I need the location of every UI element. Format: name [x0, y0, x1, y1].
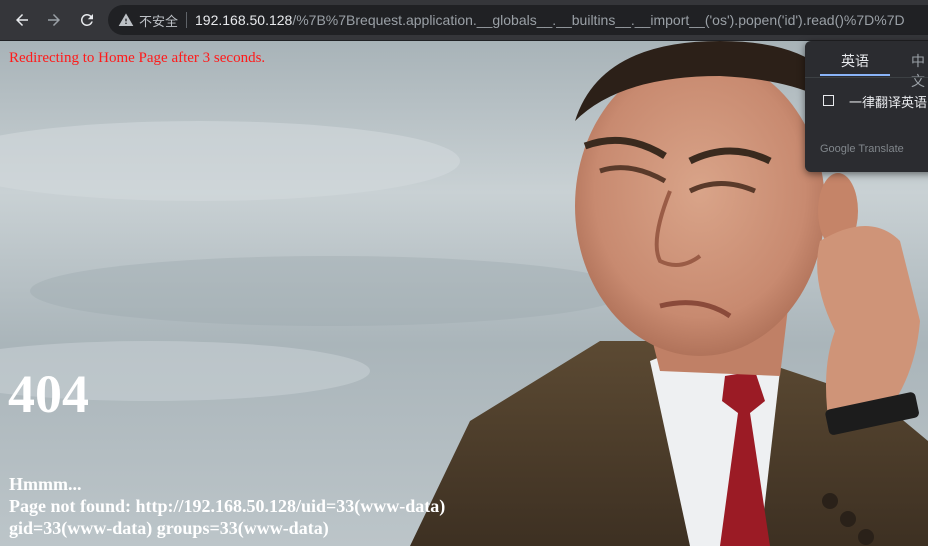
url-path: /%7B%7Brequest.application.__globals__._… — [292, 12, 905, 28]
popup-divider — [805, 77, 928, 78]
always-translate-label: 一律翻译英语 — [849, 95, 928, 110]
url-host: 192.168.50.128 — [195, 12, 293, 28]
reload-icon — [80, 13, 93, 26]
security-label[interactable]: 不安全 — [139, 11, 178, 30]
always-translate-checkbox[interactable] — [823, 95, 834, 106]
active-tab-indicator — [820, 74, 890, 76]
forward-button[interactable] — [40, 6, 68, 34]
error-line: Hmmm... — [9, 474, 82, 494]
redirect-message: Redirecting to Home Page after 3 seconds… — [9, 50, 266, 66]
browser-toolbar: 不安全 192.168.50.128/%7B%7Brequest.applica… — [0, 0, 928, 41]
translate-popup: 英语 中文 一律翻译英语 Google Translate — [805, 41, 928, 172]
address-divider — [186, 12, 188, 28]
arrow-left-icon — [16, 14, 28, 26]
warning-icon[interactable] — [118, 12, 134, 28]
tab-source-language[interactable]: 英语 — [841, 51, 869, 71]
error-page: Redirecting to Home Page after 3 seconds… — [0, 41, 928, 546]
tab-target-language[interactable]: 中文 — [911, 51, 928, 91]
google-translate-brand: Google Translate — [820, 143, 904, 155]
back-button[interactable] — [8, 6, 36, 34]
error-details: Hmmm... Page not found: http://192.168.5… — [9, 473, 509, 539]
error-line: gid=33(www-data) groups=33(www-data) — [9, 518, 329, 538]
error-code: 404 — [8, 364, 89, 424]
background-photo — [0, 41, 928, 546]
error-line: Page not found: http://192.168.50.128/ui… — [9, 496, 446, 516]
reload-button[interactable] — [73, 6, 101, 34]
arrow-right-icon — [48, 14, 60, 26]
address-bar[interactable]: 不安全 192.168.50.128/%7B%7Brequest.applica… — [108, 5, 928, 35]
